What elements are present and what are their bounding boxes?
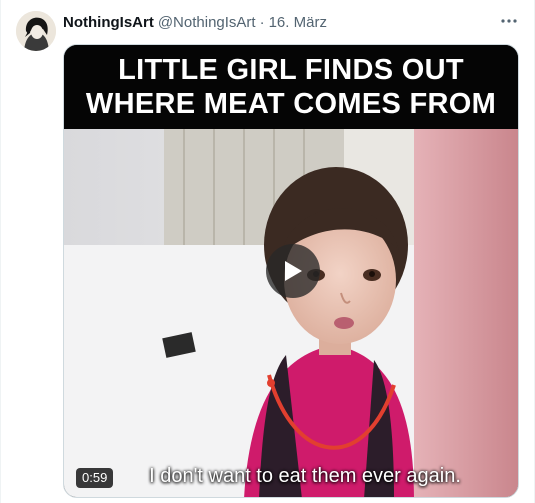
video-caption-banner: LITTLE GIRL FINDS OUT WHERE MEAT COMES F… (64, 45, 518, 129)
play-button[interactable] (266, 244, 320, 298)
video-duration-badge: 0:59 (76, 468, 114, 488)
avatar-image (16, 11, 56, 51)
tweet-date[interactable]: 16. März (269, 14, 327, 31)
more-horizontal-icon (501, 19, 517, 23)
tweet-header: NothingIsArt @NothingIsArt · 16. März (63, 12, 327, 32)
user-handle[interactable]: @NothingIsArt (158, 14, 256, 31)
video-subtitle: I don't want to eat them ever again. (149, 465, 461, 487)
caption-line-1: LITTLE GIRL FINDS OUT (118, 54, 464, 86)
display-name[interactable]: NothingIsArt (63, 14, 154, 31)
more-options-button[interactable] (496, 10, 522, 32)
caption-line-2: WHERE MEAT COMES FROM (85, 88, 497, 120)
separator-dot: · (259, 13, 265, 31)
video-player[interactable]: LITTLE GIRL FINDS OUT WHERE MEAT COMES F… (63, 44, 519, 498)
avatar[interactable] (16, 11, 56, 51)
play-icon (285, 261, 302, 281)
timeline-border-left (0, 0, 1, 503)
